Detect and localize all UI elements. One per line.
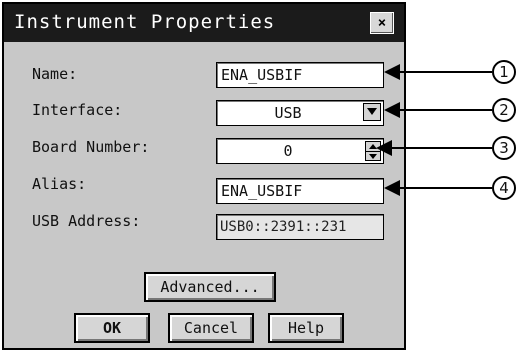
callout-3-line [388, 147, 492, 149]
dropdown-arrow-icon[interactable] [363, 103, 381, 121]
usb-address-field: USB0::2391::231 [216, 214, 384, 240]
callout-2-marker: 2 [492, 98, 516, 122]
callout-4-line [396, 187, 492, 189]
callout-4-marker: 4 [492, 176, 516, 200]
interface-label: Interface: [32, 101, 123, 119]
cancel-button[interactable]: Cancel [168, 313, 254, 343]
board-number-label: Board Number: [32, 138, 150, 156]
name-label: Name: [32, 65, 78, 83]
callout-1-marker: 1 [492, 60, 516, 84]
alias-input[interactable]: ENA_USBIF [216, 178, 384, 204]
interface-selected-value: USB [274, 104, 302, 122]
title-bar[interactable]: Instrument Properties × [4, 4, 404, 42]
alias-label: Alias: [32, 175, 87, 193]
instrument-properties-dialog: Instrument Properties × Name: ENA_USBIF … [2, 2, 406, 350]
window-title: Instrument Properties [14, 11, 276, 33]
usb-address-label: USB Address: [32, 212, 141, 230]
callout-2-line [396, 109, 492, 111]
board-number-value: 0 [283, 142, 293, 160]
callout-3-marker: 3 [492, 136, 516, 160]
interface-select[interactable]: USB [216, 100, 384, 126]
close-button[interactable]: × [370, 12, 394, 34]
name-input[interactable]: ENA_USBIF [216, 62, 384, 88]
callout-1-line [396, 71, 492, 73]
help-button[interactable]: Help [268, 313, 344, 343]
board-number-stepper[interactable]: 0 [216, 138, 384, 164]
advanced-button[interactable]: Advanced... [144, 272, 276, 302]
ok-button[interactable]: OK [74, 313, 150, 343]
